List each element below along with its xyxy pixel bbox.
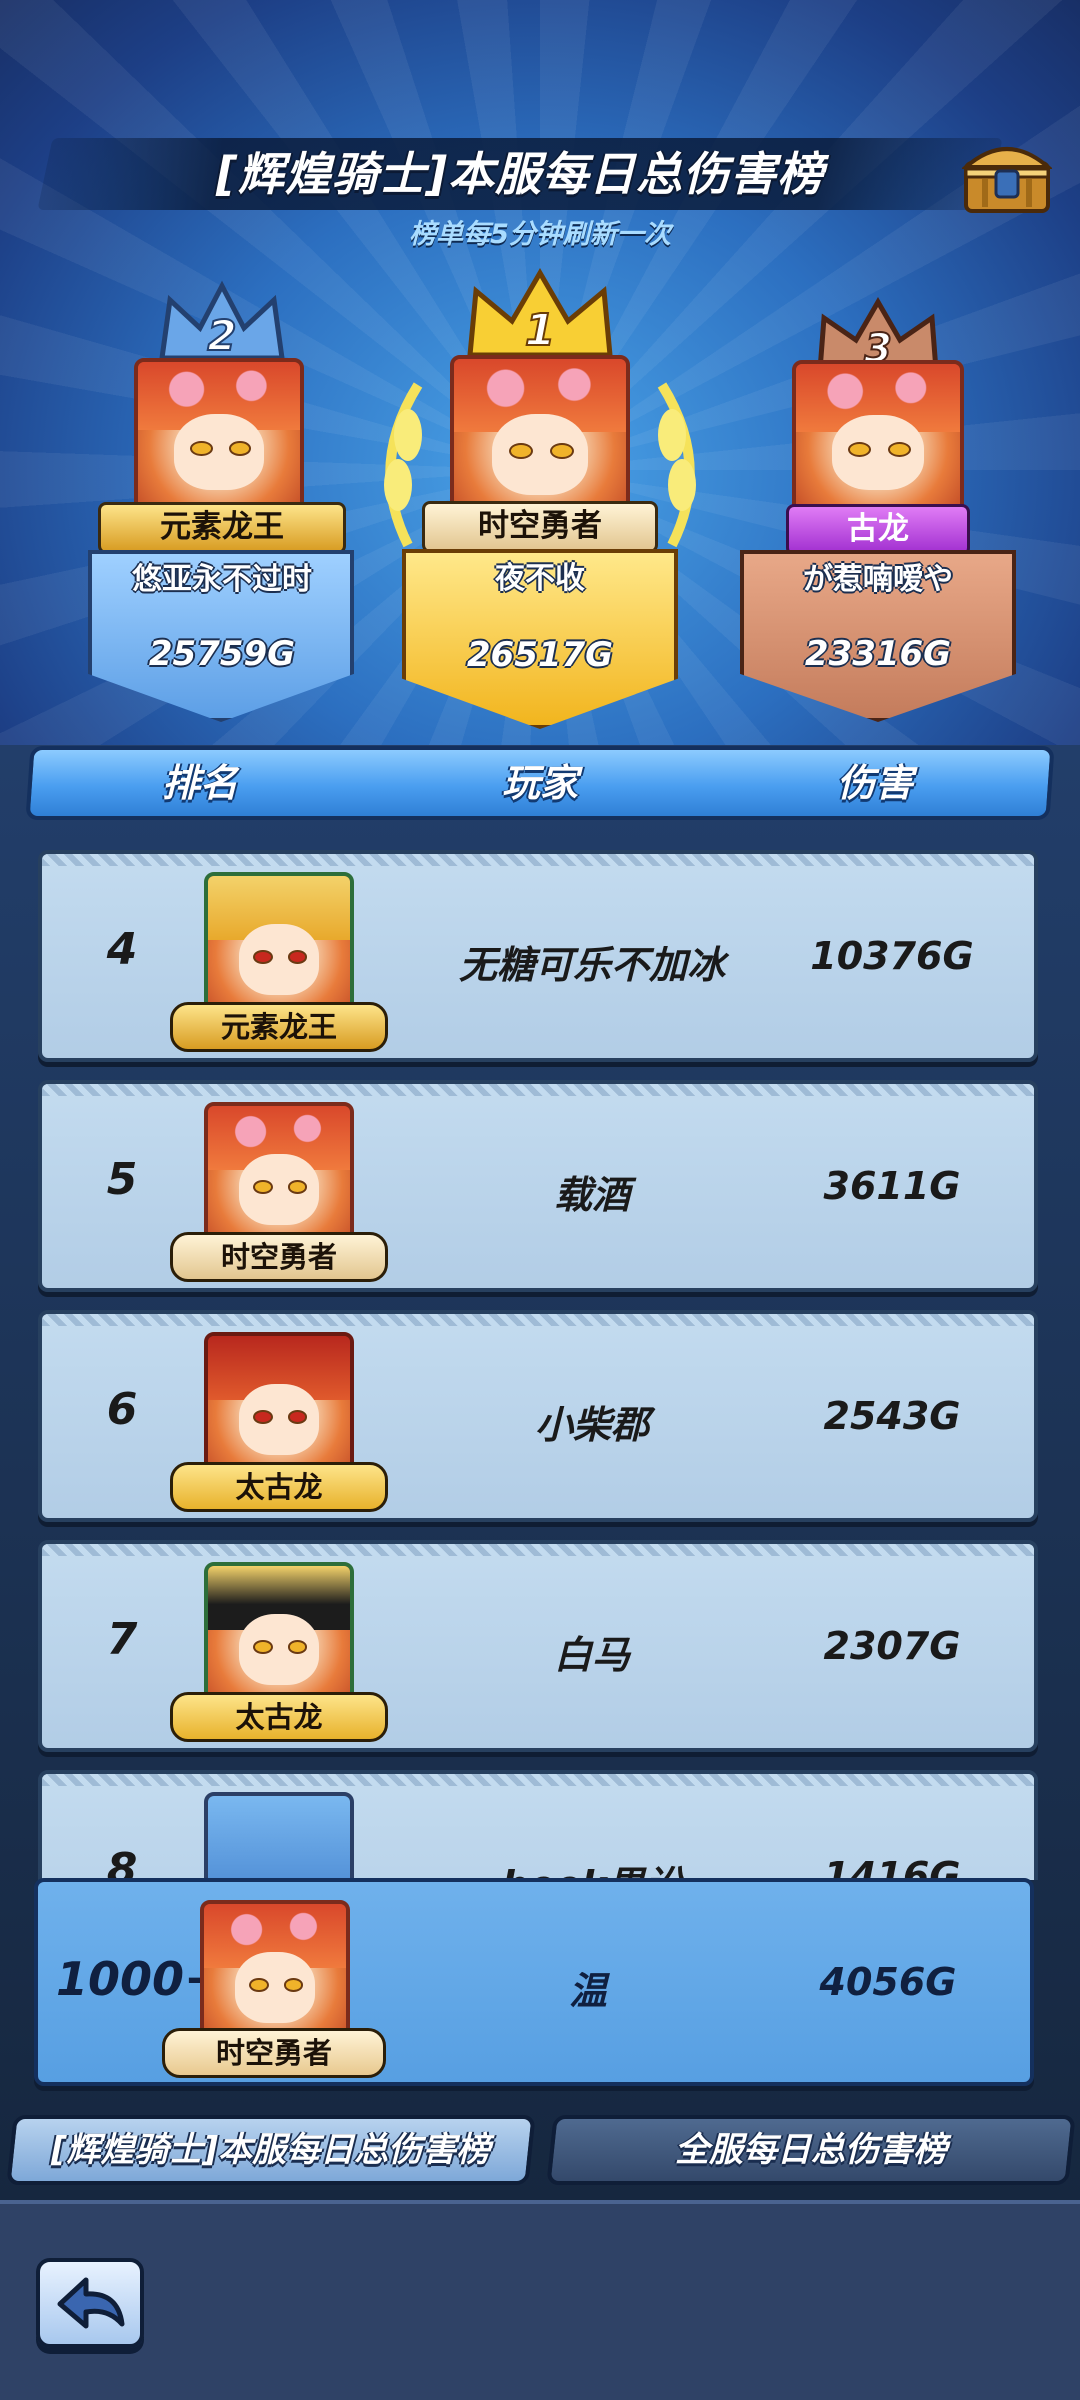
ranking-list[interactable]: 4 元素龙王 无糖可乐不加冰 10376G 5 时空勇者 载酒 3611G 6 … — [0, 845, 1080, 1880]
player-title-badge: 元素龙王 — [170, 1002, 388, 1052]
row-damage: 2307G — [823, 1624, 961, 1668]
row-damage: 1416G — [823, 1854, 961, 1880]
list-item[interactable]: 5 时空勇者 载酒 3611G — [38, 1080, 1038, 1292]
footer-bar — [0, 2200, 1080, 2400]
player-avatar — [204, 1332, 354, 1482]
podium-2-player-name: 悠亚永不过时 — [132, 562, 312, 597]
player-avatar — [204, 1562, 354, 1712]
tab-server-daily-damage[interactable]: [辉煌骑士]本服每日总伤害榜 — [6, 2115, 536, 2185]
row-rank: 4 — [106, 924, 138, 975]
podium-3-avatar — [792, 360, 964, 518]
podium-3-title-badge: 古龙 — [786, 504, 970, 556]
rank-2-crown-icon: 2 — [159, 280, 285, 361]
player-title-badge: 时空勇者 — [170, 1232, 388, 1282]
treasure-chest-icon[interactable] — [960, 135, 1054, 215]
player-avatar — [204, 1102, 354, 1252]
row-player-name: 小柴郡 — [534, 1403, 649, 1447]
row-rank: 7 — [106, 1614, 138, 1665]
page-title: [辉煌骑士]本服每日总伤害榜 — [215, 147, 825, 201]
row-rank: 5 — [106, 1154, 138, 1205]
my-rank: 1000+ — [56, 1952, 223, 2006]
tab-global-daily-damage[interactable]: 全服每日总伤害榜 — [546, 2115, 1076, 2185]
row-player-name: 载酒 — [553, 1173, 630, 1217]
podium-1-avatar — [450, 355, 630, 525]
back-button[interactable] — [36, 2258, 144, 2348]
podium-rank-2[interactable]: 2 元素龙王 悠亚永不过时 25759G — [82, 270, 362, 730]
podium-3-damage: 23316G — [804, 634, 952, 674]
row-rank: 6 — [106, 1384, 138, 1435]
row-damage: 10376G — [810, 934, 974, 978]
rank-1-crown-icon: 1 — [467, 268, 613, 358]
column-damage: 伤害 — [836, 761, 913, 805]
list-item[interactable]: 8 book男讼 1416G — [38, 1770, 1038, 1880]
back-arrow-icon — [57, 2277, 125, 2329]
podium-1-title-badge: 时空勇者 — [422, 501, 658, 553]
rank-1-number: 1 — [525, 305, 556, 356]
player-title-badge: 太古龙 — [170, 1692, 388, 1742]
podium-2-damage: 25759G — [148, 634, 296, 674]
podium-2-title-badge: 元素龙王 — [98, 502, 346, 554]
tab-server-label: [辉煌骑士]本服每日总伤害榜 — [51, 2130, 491, 2170]
player-title-badge: 太古龙 — [170, 1462, 388, 1512]
player-avatar — [204, 1792, 354, 1880]
my-title-badge: 时空勇者 — [162, 2028, 386, 2078]
column-player: 玩家 — [501, 761, 578, 805]
podium-3-player-name: が惹喃嗳や — [803, 562, 953, 597]
tab-global-label: 全服每日总伤害榜 — [675, 2130, 947, 2170]
my-player-name: 温 — [568, 1969, 607, 2013]
row-player-name: 白马 — [553, 1633, 630, 1677]
row-damage: 2543G — [823, 1394, 961, 1438]
refresh-note: 榜单每5分钟刷新一次 — [409, 219, 671, 250]
podium-1-player-name: 夜不收 — [495, 561, 585, 596]
player-avatar — [204, 872, 354, 1022]
row-player-name: book男讼 — [382, 1854, 802, 1880]
row-damage: 3611G — [823, 1164, 961, 1208]
list-item[interactable]: 7 太古龙 白马 2307G — [38, 1540, 1038, 1752]
column-rank: 排名 — [161, 761, 238, 805]
row-rank: 8 — [106, 1844, 138, 1880]
list-item[interactable]: 4 元素龙王 无糖可乐不加冰 10376G — [38, 850, 1038, 1062]
my-rank-row[interactable]: 1000+ 时空勇者 温 4056G — [34, 1878, 1034, 2086]
podium-rank-3[interactable]: 3 古龙 が惹喃嗳や 23316G — [736, 280, 1020, 730]
rank-2-number: 2 — [207, 311, 236, 360]
list-item[interactable]: 6 太古龙 小柴郡 2543G — [38, 1310, 1038, 1522]
podium-rank-1[interactable]: 1 时空勇者 夜不收 26517G — [384, 255, 696, 735]
podium-2-avatar — [134, 358, 304, 518]
podium-1-damage: 26517G — [466, 635, 614, 675]
row-player-name: 无糖可乐不加冰 — [458, 943, 725, 987]
my-damage: 4056G — [819, 1960, 957, 2004]
